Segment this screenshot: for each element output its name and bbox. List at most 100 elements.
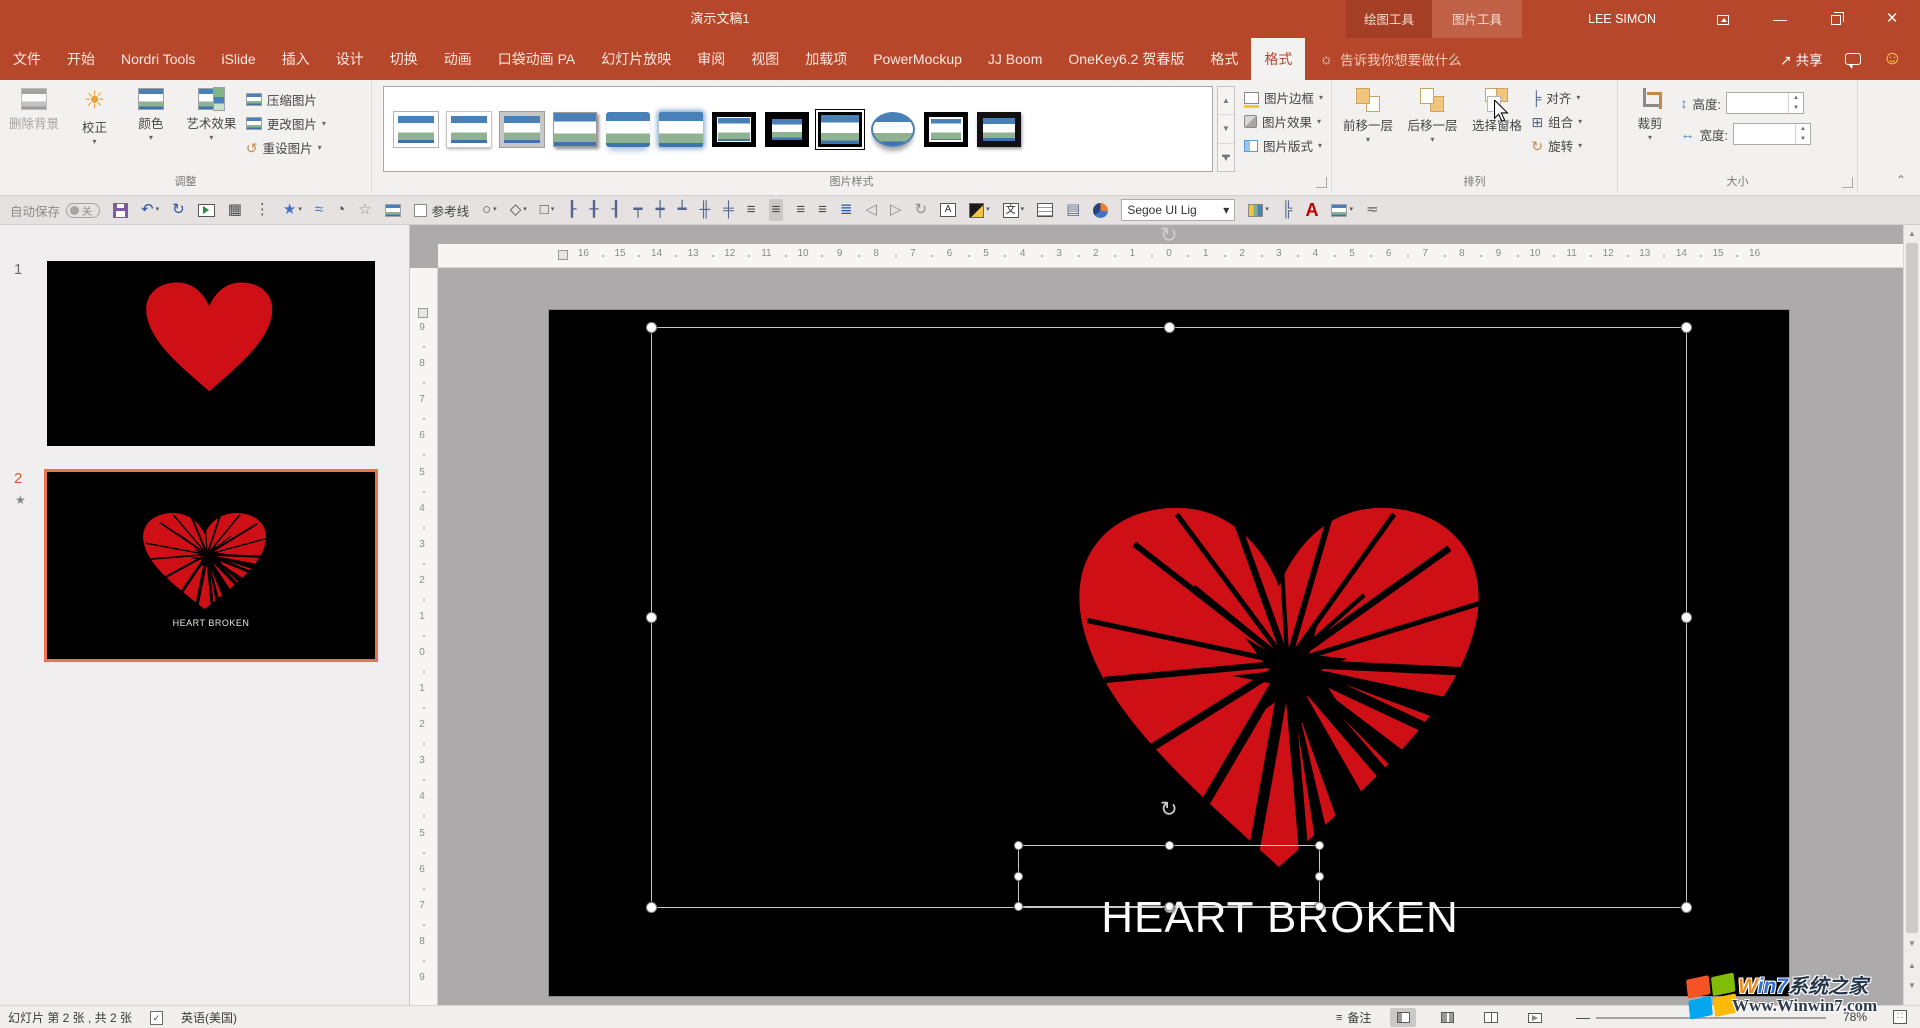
redo-icon[interactable]: ↻ <box>172 201 185 219</box>
comments-icon[interactable] <box>1845 53 1861 65</box>
rotate-object-icon[interactable]: ↻ <box>915 201 928 219</box>
resize-handle-ne[interactable] <box>1315 841 1324 850</box>
text-selection-box[interactable] <box>1018 845 1320 907</box>
previous-slide-button[interactable]: ▲ <box>1904 961 1920 970</box>
normal-view-button[interactable] <box>1390 1008 1416 1027</box>
grid-icon[interactable]: ▦ <box>228 201 242 219</box>
favorite-star-icon[interactable]: ★▾ <box>283 201 302 219</box>
restore-button[interactable] <box>1813 0 1859 38</box>
align-panel-icon[interactable]: ╠ <box>1282 201 1293 219</box>
guides-checkbox[interactable]: 参考线 <box>414 201 470 220</box>
gallery-up-button[interactable]: ▲ <box>1218 87 1234 115</box>
slide-2-thumbnail[interactable]: HEART BROKEN <box>44 469 378 662</box>
spellcheck-icon[interactable]: ✓ <box>150 1011 163 1025</box>
dialog-launcher-icon[interactable] <box>1842 177 1853 188</box>
menu-tab-13[interactable]: PowerMockup <box>860 38 975 80</box>
tell-me-box[interactable]: ☼ 告诉我你想要做什么 <box>1305 38 1475 80</box>
resize-handle-nw[interactable] <box>646 322 657 333</box>
menu-tab-4[interactable]: 插入 <box>269 38 323 80</box>
resize-handle-w[interactable] <box>646 612 657 623</box>
chevron-down-icon[interactable]: ▾ <box>1223 203 1229 217</box>
qat-more-icon[interactable]: ≂ <box>1366 201 1379 219</box>
menu-tab-9[interactable]: 幻灯片放映 <box>588 38 684 80</box>
reading-view-button[interactable] <box>1478 1008 1504 1027</box>
resize-handle-se[interactable] <box>1681 902 1692 913</box>
send-backward-button[interactable]: 后移一层 ▾ <box>1402 82 1462 143</box>
picture-style-3[interactable] <box>500 112 544 147</box>
resize-handle-se[interactable] <box>1315 902 1324 911</box>
picture-style-8[interactable] <box>765 112 809 147</box>
undo-icon[interactable]: ↶▾ <box>141 201 159 219</box>
width-down-button[interactable]: ▼ <box>1796 134 1810 144</box>
justify-text-icon[interactable]: ≡ <box>818 201 827 219</box>
height-field[interactable]: ▲▼ <box>1726 92 1804 114</box>
close-button[interactable]: × <box>1869 0 1915 38</box>
minimize-button[interactable]: — <box>1757 0 1803 38</box>
height-up-button[interactable]: ▲ <box>1789 93 1803 103</box>
resize-handle-nw[interactable] <box>1014 841 1023 850</box>
menu-tab-15[interactable]: OneKey6.2 贺春版 <box>1055 38 1197 80</box>
menu-tab-1[interactable]: 开始 <box>54 38 108 80</box>
menu-tab-7[interactable]: 动画 <box>431 38 485 80</box>
zoom-slider[interactable] <box>1596 1017 1826 1019</box>
ribbon-display-options-button[interactable] <box>1700 0 1746 38</box>
shape-tool-icon[interactable]: ◇▾ <box>510 201 527 219</box>
picture-effects-button[interactable]: 图片效果▾ <box>1244 112 1323 131</box>
replace-picture-icon[interactable]: ▾ <box>1331 201 1353 219</box>
distribute-vertical-icon[interactable]: ╪ <box>723 201 734 219</box>
align-top-objects-icon[interactable]: ┯ <box>633 201 642 219</box>
width-field[interactable]: ▲▼ <box>1733 123 1811 145</box>
dialog-launcher-icon[interactable] <box>1316 177 1327 188</box>
oval-tool-icon[interactable]: ○▾ <box>482 201 497 219</box>
menu-tab-12[interactable]: 加载项 <box>792 38 860 80</box>
reset-picture-button[interactable]: ↺重设图片▾ <box>246 138 326 157</box>
menu-tab-0[interactable]: 文件 <box>0 38 54 80</box>
group-button[interactable]: ⊞组合▾ <box>1531 112 1582 131</box>
slideshow-from-current-icon[interactable] <box>198 204 215 217</box>
font-name-box[interactable]: Segoe UI Lig▾ <box>1121 199 1235 221</box>
menu-tab-6[interactable]: 切换 <box>377 38 431 80</box>
align-right-objects-icon[interactable]: ┨ <box>611 201 620 219</box>
resize-handle-s[interactable] <box>1165 902 1174 911</box>
guides-checkbox-box[interactable] <box>414 204 427 217</box>
scrollbar-thumb[interactable] <box>1906 243 1918 933</box>
font-style-icon[interactable]: A <box>1305 201 1318 219</box>
zoom-out-button[interactable]: — <box>1576 1009 1590 1025</box>
menu-tab-5[interactable]: 设计 <box>323 38 377 80</box>
corrections-button[interactable]: ☀ 校正 ▾ <box>68 82 120 145</box>
menu-tab-2[interactable]: Nordri Tools <box>108 38 208 80</box>
scroll-down-icon[interactable]: ▼ <box>1904 939 1920 948</box>
resize-handle-sw[interactable] <box>646 902 657 913</box>
width-up-button[interactable]: ▲ <box>1796 124 1810 134</box>
picture-style-10[interactable] <box>871 112 915 147</box>
gallery-down-button[interactable]: ▼ <box>1218 115 1234 143</box>
ruler-margin-marker[interactable] <box>418 308 428 318</box>
height-down-button[interactable]: ▼ <box>1789 103 1803 113</box>
menu-tab-17[interactable]: 格式 <box>1251 38 1305 80</box>
picture-style-6[interactable] <box>659 112 703 147</box>
fit-slide-to-window-button[interactable]: ⛶ <box>1893 1010 1907 1024</box>
picture-border-button[interactable]: 图片边框▾ <box>1244 88 1323 107</box>
context-header-picture-tools[interactable]: 图片工具 <box>1432 0 1522 38</box>
fill-color-icon[interactable]: ▾ <box>969 201 990 219</box>
language-indicator[interactable]: 英语(美国) <box>181 1009 237 1026</box>
distribute-horizontal-icon[interactable]: ╫ <box>700 201 711 219</box>
ruler-margin-marker[interactable] <box>558 250 568 260</box>
picture-style-5[interactable] <box>606 112 650 147</box>
picture-style-9[interactable] <box>818 112 862 147</box>
crop-button[interactable]: 裁剪 ▾ <box>1624 82 1676 141</box>
context-header-drawing-tools[interactable]: 绘图工具 <box>1346 0 1432 38</box>
scroll-up-icon[interactable]: ▲ <box>1904 229 1920 238</box>
align-middle-objects-icon[interactable]: ┿ <box>655 201 664 219</box>
artistic-effects-button[interactable]: 艺术效果 ▾ <box>181 82 241 141</box>
resize-handle-e[interactable] <box>1681 612 1692 623</box>
picture-style-1[interactable] <box>394 112 438 147</box>
resize-handle-n[interactable] <box>1164 322 1175 333</box>
compress-picture-button[interactable]: 压缩图片 <box>246 90 326 109</box>
align-button[interactable]: ╞对齐▾ <box>1531 88 1582 107</box>
picture-icon[interactable] <box>385 204 401 217</box>
menu-tab-3[interactable]: iSlide <box>208 38 268 80</box>
align-text-right-icon[interactable]: ≡ <box>796 201 805 219</box>
textbox-icon[interactable]: A <box>940 203 956 217</box>
notes-page-icon[interactable] <box>1037 203 1053 217</box>
